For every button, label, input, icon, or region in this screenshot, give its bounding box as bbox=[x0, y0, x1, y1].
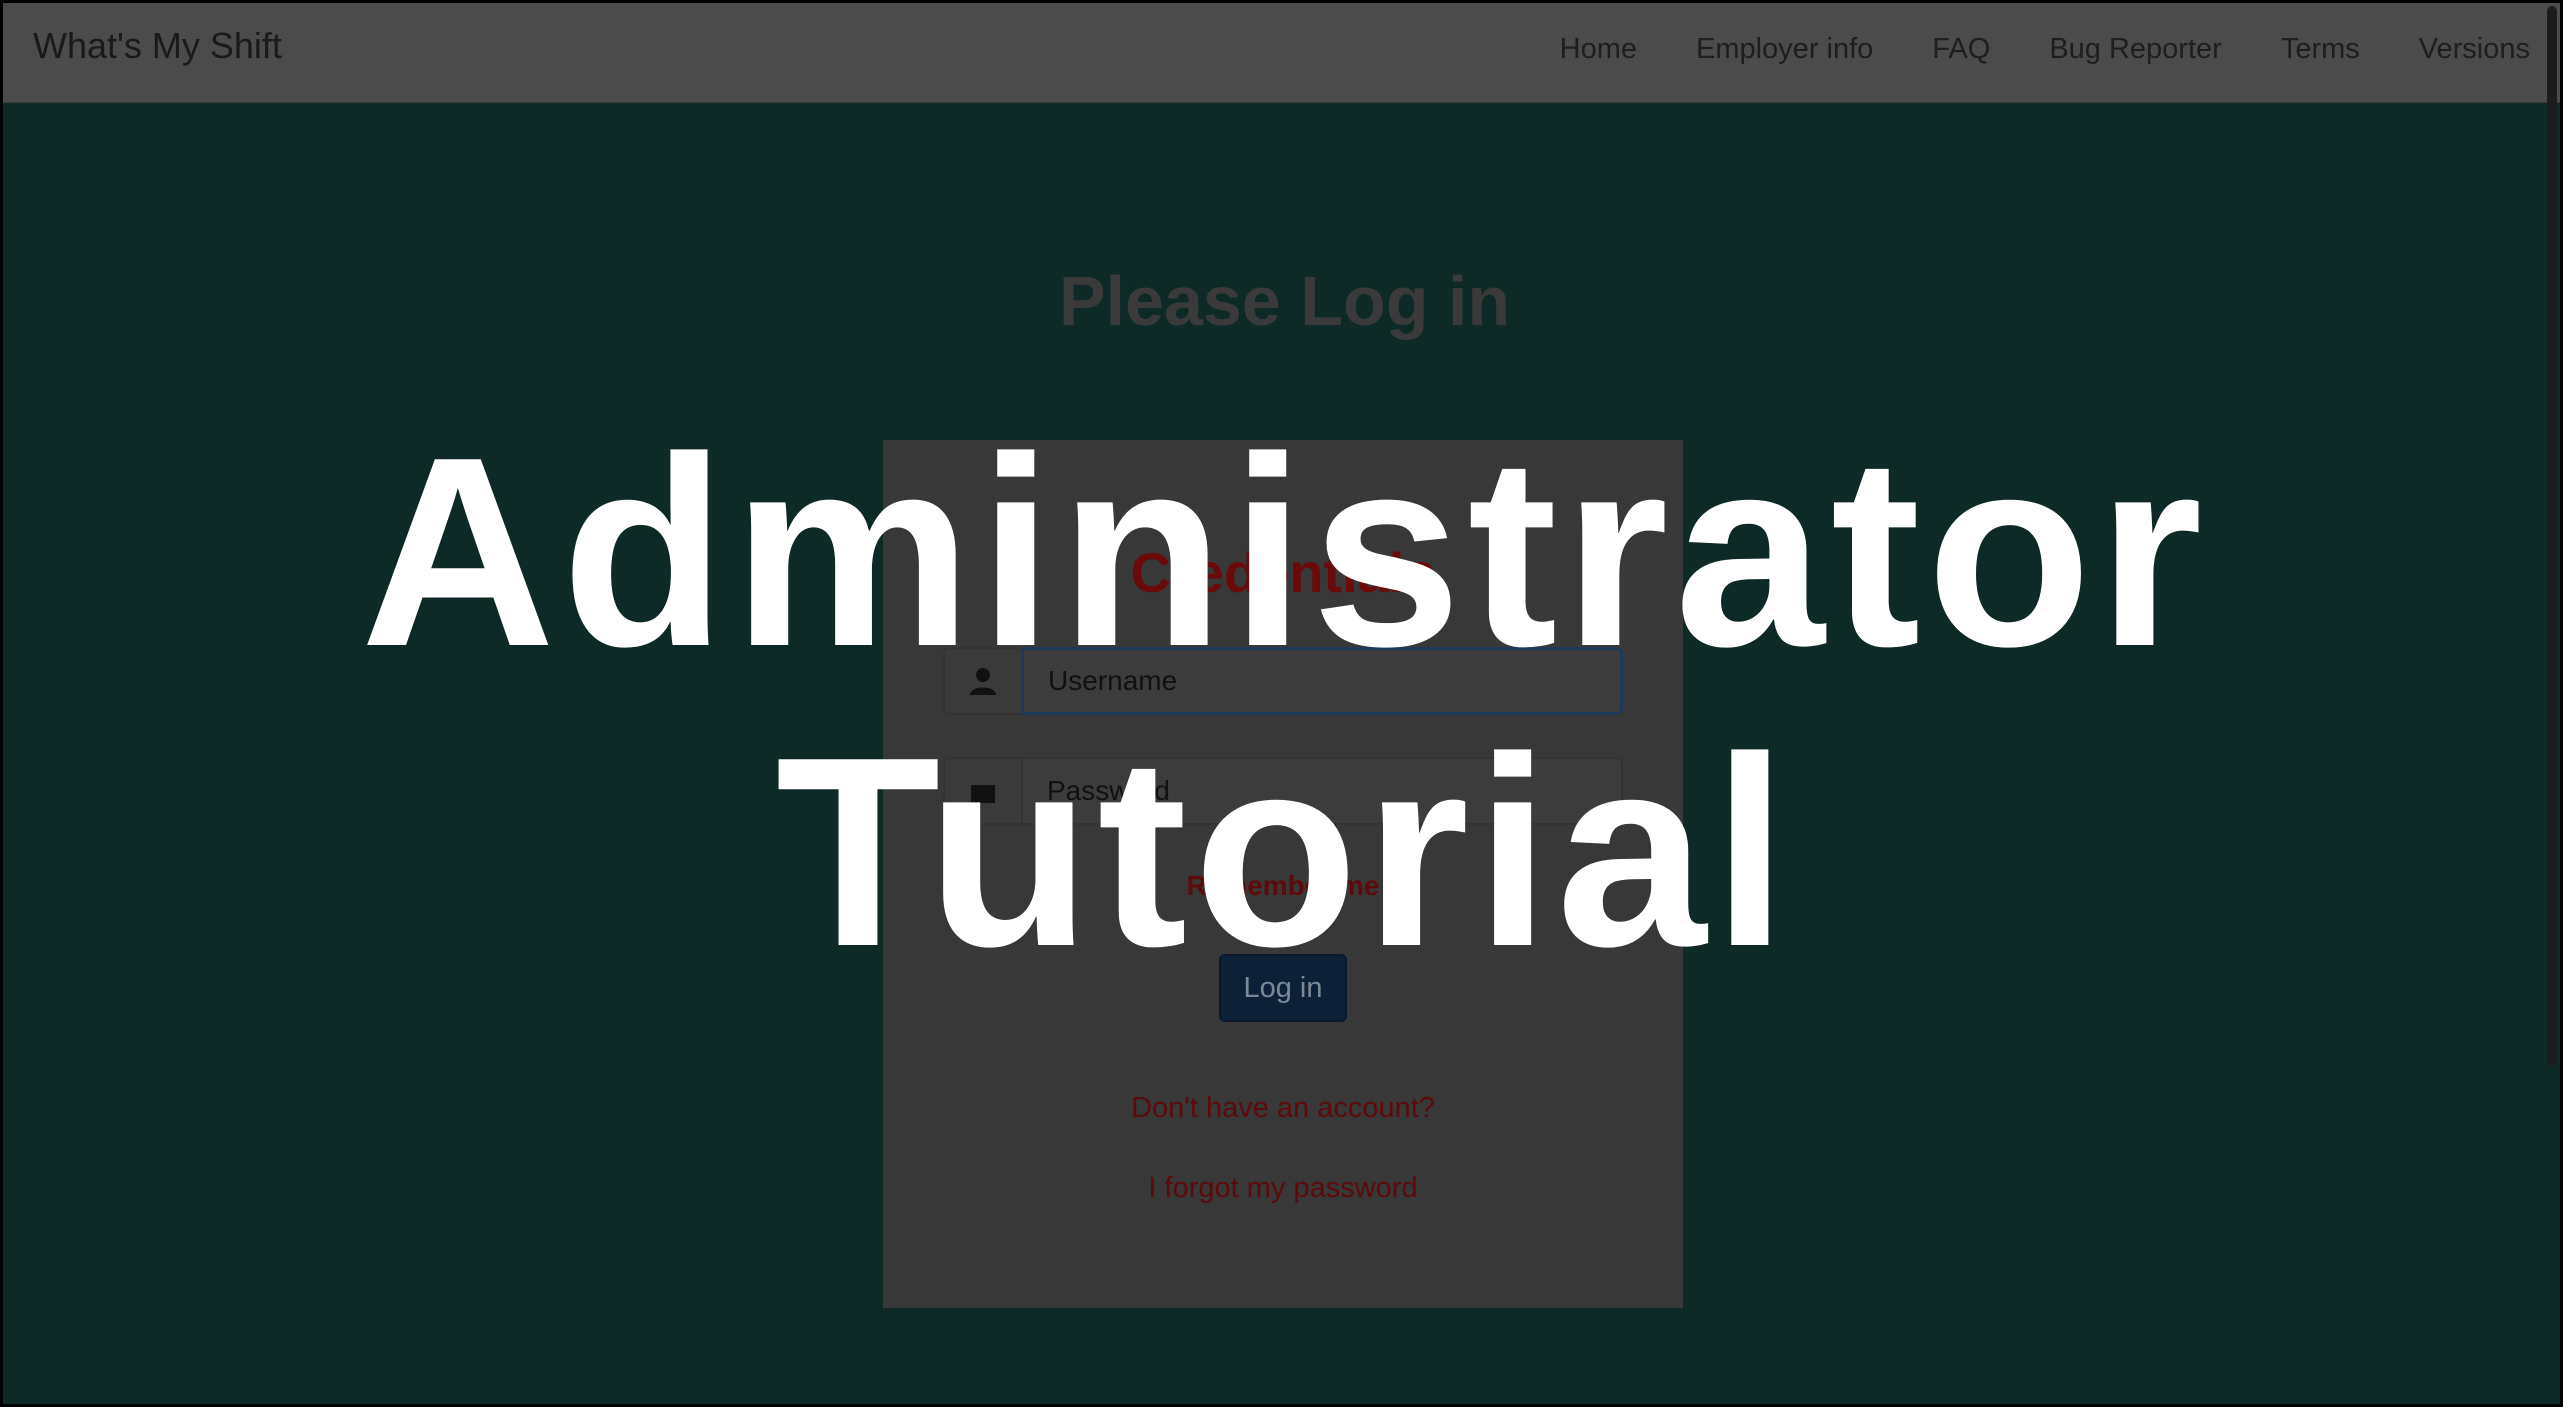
top-navbar: What's My Shift Home Employer info FAQ B… bbox=[3, 3, 2560, 103]
login-button[interactable]: Log in bbox=[1219, 954, 1347, 1022]
nav-link-employer-info[interactable]: Employer info bbox=[1696, 33, 1873, 66]
signup-link[interactable]: Don't have an account? bbox=[883, 1092, 1683, 1125]
panel-title: Credentials bbox=[1130, 541, 1436, 604]
page-title: Please Log in bbox=[1058, 262, 1511, 340]
password-input[interactable] bbox=[1021, 757, 1623, 825]
username-input[interactable] bbox=[1021, 647, 1623, 715]
nav-link-home[interactable]: Home bbox=[1560, 33, 1637, 66]
app-window: What's My Shift Home Employer info FAQ B… bbox=[0, 0, 2563, 1407]
password-group bbox=[943, 757, 1623, 825]
brand-link[interactable]: What's My Shift bbox=[33, 25, 282, 67]
nav-link-bug-reporter[interactable]: Bug Reporter bbox=[2049, 33, 2222, 66]
nav-links: Home Employer info FAQ Bug Reporter Term… bbox=[1501, 33, 2530, 66]
nav-link-versions[interactable]: Versions bbox=[2419, 33, 2530, 66]
nav-link-faq[interactable]: FAQ bbox=[1932, 33, 1990, 66]
login-panel: Credentials Remember me Log in Don't hav… bbox=[883, 440, 1683, 1308]
forgot-password-link[interactable]: I forgot my password bbox=[883, 1172, 1683, 1205]
remember-me-checkbox[interactable]: Remember me bbox=[883, 870, 1683, 902]
lock-icon bbox=[943, 757, 1021, 825]
scrollbar-thumb[interactable] bbox=[2547, 6, 2557, 1066]
user-icon bbox=[943, 647, 1021, 715]
nav-link-terms[interactable]: Terms bbox=[2281, 33, 2360, 66]
username-group bbox=[943, 647, 1623, 715]
vertical-scrollbar[interactable] bbox=[2543, 6, 2557, 1407]
